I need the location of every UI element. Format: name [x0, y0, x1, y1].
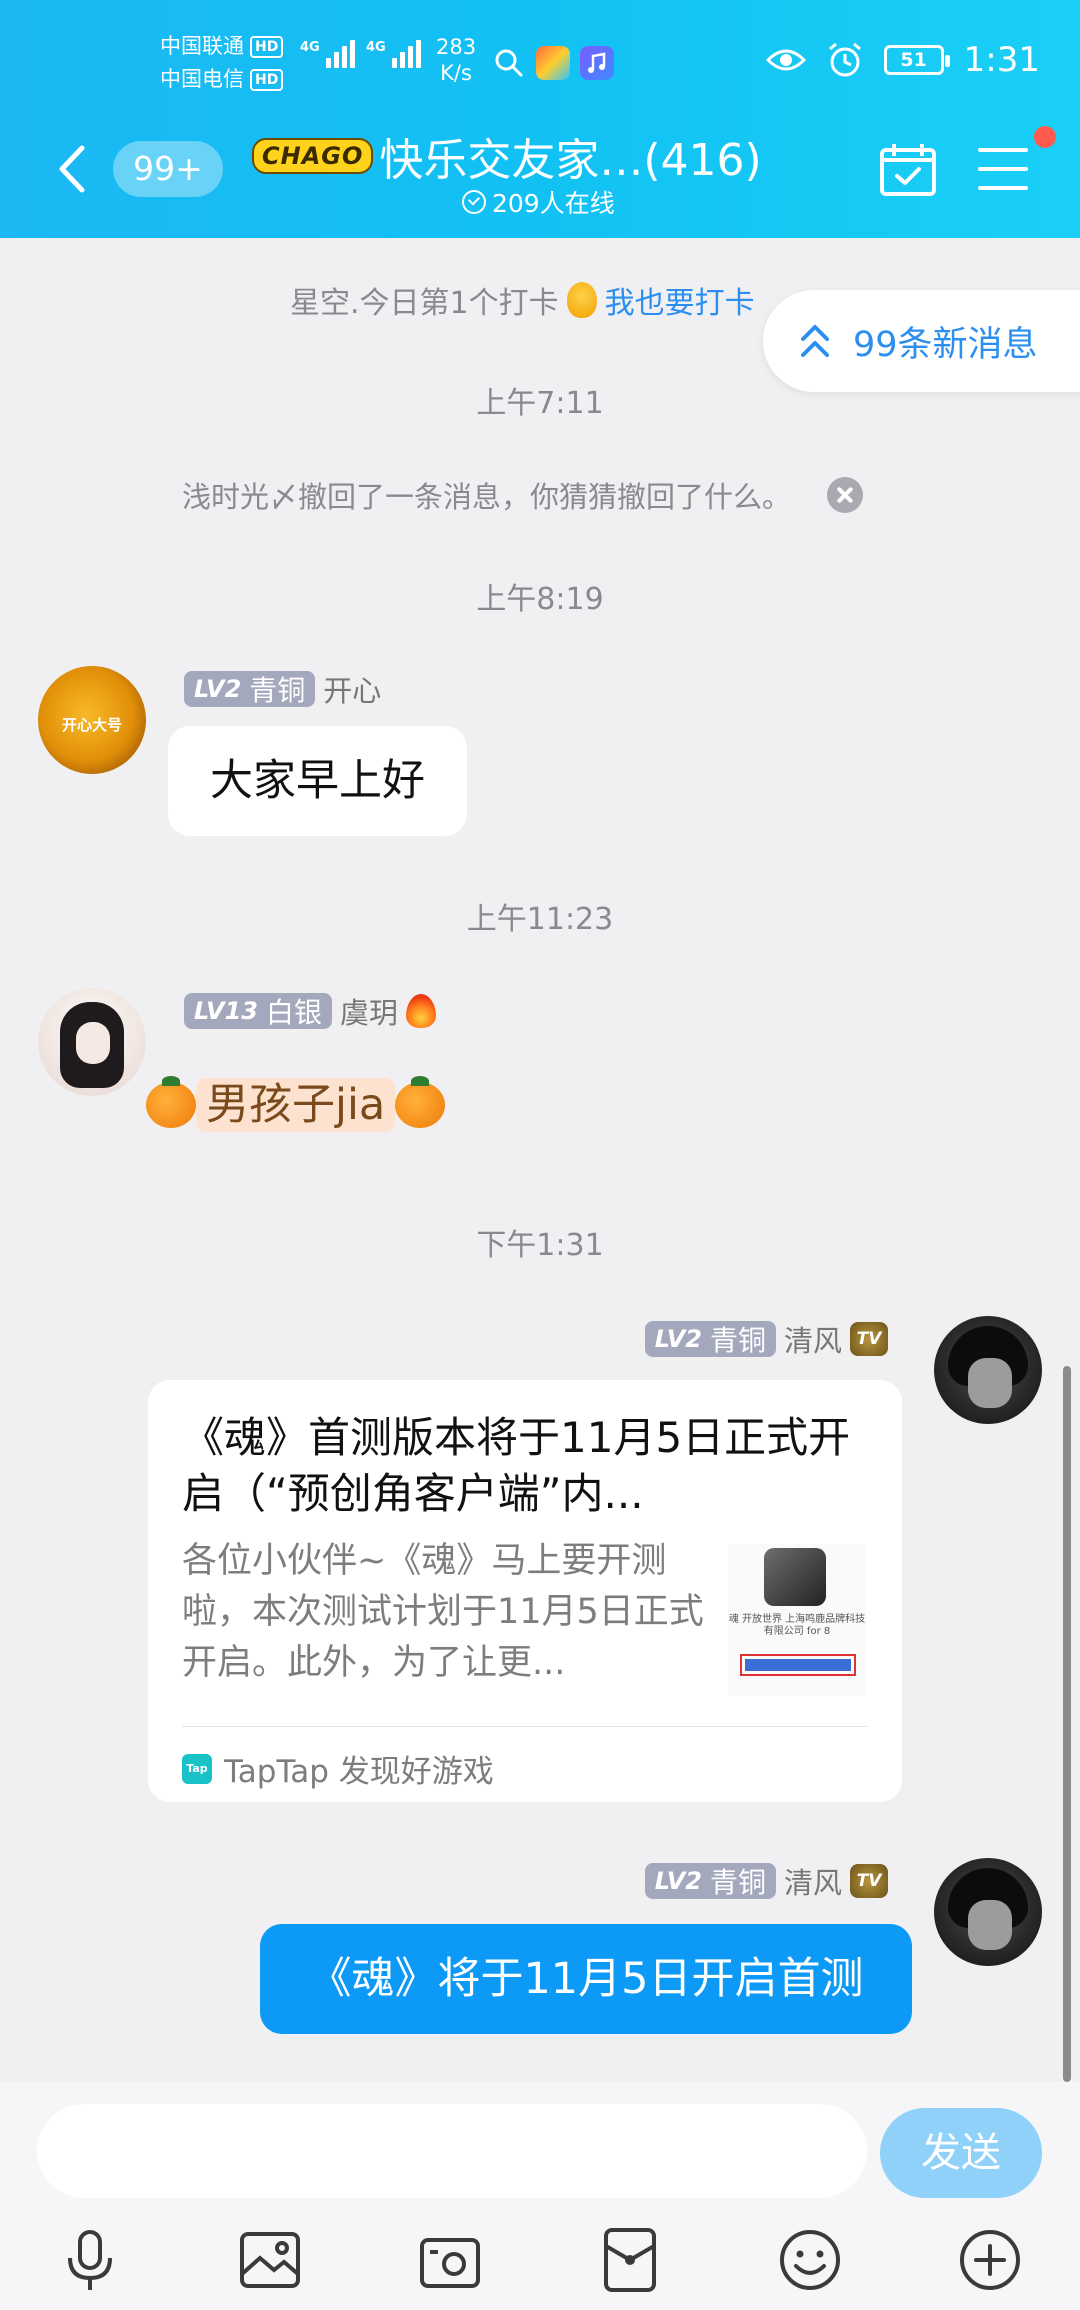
own-message-bubble[interactable]: 《魂》将于11月5日开启首测 [260, 1924, 912, 2034]
menu-icon[interactable] [978, 146, 1028, 192]
carrier-1: 中国联通 [160, 34, 244, 58]
close-icon[interactable] [827, 477, 864, 513]
avatar[interactable] [38, 988, 146, 1096]
level-label: LV13 [194, 997, 258, 1025]
level-tag: LV13 白银 [184, 993, 332, 1029]
checkin-link[interactable]: 我也要打卡 [605, 278, 755, 322]
new-messages-label: 99条新消息 [853, 324, 1038, 365]
tv-badge-icon: TV [850, 1322, 888, 1356]
card-source-label: TapTap 发现好游戏 [224, 1754, 494, 1790]
double-chevron-up-icon [801, 325, 829, 357]
sender-row: LV2 青铜 清风 TV [644, 1318, 888, 1360]
online-check-icon [462, 190, 486, 214]
level-label: LV2 [654, 1867, 702, 1895]
tv-badge-icon: TV [850, 1864, 888, 1898]
recall-text: 浅时光〆撤回了一条消息，你猜猜撤回了什么。 [182, 480, 792, 514]
carrier-info: 中国联通 HD 中国电信 HD [160, 30, 284, 96]
status-bar: 中国联通 HD 中国电信 HD 4G 4G 283 K/s 51 1:31 [0, 0, 1080, 120]
level-tag: LV2 青铜 [184, 671, 316, 707]
network-speed: 283 K/s [436, 35, 477, 85]
mic-icon[interactable] [56, 2226, 124, 2294]
taptap-icon: Tap [182, 1753, 212, 1784]
group-title-area[interactable]: CHAGO 快乐交友家…(416) [252, 124, 762, 188]
sender-name[interactable]: 清风 [784, 1860, 842, 1902]
card-divider [182, 1726, 868, 1727]
timestamp: 上午8:19 [476, 582, 604, 617]
notification-dot [1034, 126, 1056, 148]
medal-icon [566, 282, 597, 318]
timestamp: 上午11:23 [466, 902, 614, 937]
emoji-icon[interactable] [776, 2226, 844, 2294]
online-count: 209人在线 [492, 189, 615, 218]
link-card[interactable]: 《魂》首测版本将于11月5日正式开启（“预创角客户端”内... 各位小伙伴~《魂… [148, 1380, 902, 1802]
thumbnail-button [740, 1654, 856, 1676]
recall-notice: 浅时光〆撤回了一条消息，你猜猜撤回了什么。 [182, 474, 864, 516]
avatar[interactable] [934, 1858, 1042, 1966]
carrier-2: 中国电信 [160, 67, 244, 91]
avatar-caption: 开心大号 [61, 716, 122, 734]
search-status-icon [495, 49, 523, 77]
orange-icon [395, 1076, 446, 1128]
rank-label: 白银 [265, 996, 322, 1029]
rank-label: 青铜 [709, 1866, 766, 1899]
card-source: Tap TapTap 发现好游戏 [182, 1746, 494, 1791]
message-bubble[interactable]: 大家早上好 [168, 726, 467, 836]
timestamp: 下午1:31 [476, 1228, 604, 1263]
message-input[interactable] [37, 2104, 867, 2198]
back-icon[interactable] [52, 142, 92, 196]
group-logo: CHAGO [252, 138, 374, 174]
level-label: LV2 [654, 1325, 702, 1353]
sender-row: LV2 青铜 清风 TV [644, 1860, 888, 1902]
sender-name[interactable]: 清风 [784, 1318, 842, 1360]
battery-icon: 51 [883, 45, 950, 75]
signal-icon: 4G [300, 40, 355, 68]
new-messages-button[interactable]: 99条新消息 [763, 290, 1080, 392]
sender-name[interactable]: 开心 [323, 668, 381, 710]
checkin-text: 星空.今日第1个打卡 [290, 286, 559, 321]
chat-header: 中国联通 HD 中国电信 HD 4G 4G 283 K/s 51 1:31 99… [0, 0, 1080, 238]
hd-badge: HD [250, 68, 284, 91]
group-title: 快乐交友家…(416) [379, 135, 762, 186]
avatar[interactable] [934, 1316, 1042, 1424]
avatar[interactable]: 开心大号 [38, 666, 146, 774]
alarm-icon [828, 42, 861, 77]
sender-row: LV2 青铜 开心 [184, 668, 381, 710]
card-thumbnail: 魂 开放世界 上海鸣鹿品牌科技有限公司 for 8 [728, 1544, 866, 1696]
thumbnail-caption: 魂 开放世界 上海鸣鹿品牌科技有限公司 for 8 [728, 1614, 866, 1637]
card-title: 《魂》首测版本将于11月5日正式开启（“预创角客户端”内... [182, 1413, 851, 1518]
rank-label: 青铜 [249, 674, 306, 707]
right-status-group: 51 1:31 [765, 40, 1040, 80]
message-bubble[interactable]: 男孩子jia [146, 1072, 446, 1138]
timestamp: 上午7:11 [476, 386, 604, 421]
game-logo-icon [764, 1548, 826, 1606]
sender-row: LV13 白银 虞玥 [184, 990, 436, 1032]
camera-icon[interactable] [416, 2226, 484, 2294]
rank-label: 青铜 [709, 1324, 766, 1357]
card-description: 各位小伙伴~《魂》马上要开测啦，本次测试计划于11月5日正式开启。此外，为了让更… [182, 1541, 704, 1683]
plus-icon[interactable] [956, 2226, 1024, 2294]
scrollbar[interactable] [1063, 1366, 1071, 2082]
online-status: 209人在线 [462, 184, 615, 220]
sender-name[interactable]: 虞玥 [340, 990, 398, 1032]
orange-icon [146, 1076, 196, 1128]
message-text: 男孩子jia [196, 1078, 396, 1132]
composer: 发送 [0, 2082, 1080, 2310]
fire-icon [406, 994, 436, 1028]
status-clock: 1:31 [963, 40, 1040, 80]
hd-badge: HD [250, 35, 284, 58]
eye-comfort-icon [765, 49, 806, 71]
signal-icon: 4G [366, 40, 421, 68]
send-button[interactable]: 发送 [880, 2108, 1042, 2198]
unread-count-badge[interactable]: 99+ [113, 141, 223, 197]
red-packet-icon[interactable] [596, 2226, 664, 2294]
image-icon[interactable] [236, 2226, 304, 2294]
checkin-notice: 星空.今日第1个打卡 我也要打卡 [290, 278, 755, 322]
music-app-icon [580, 46, 614, 80]
level-tag: LV2 青铜 [644, 1321, 776, 1357]
level-label: LV2 [194, 675, 242, 703]
app-notification-icon [536, 46, 570, 80]
level-tag: LV2 青铜 [644, 1863, 776, 1899]
calendar-check-icon[interactable] [878, 142, 938, 198]
